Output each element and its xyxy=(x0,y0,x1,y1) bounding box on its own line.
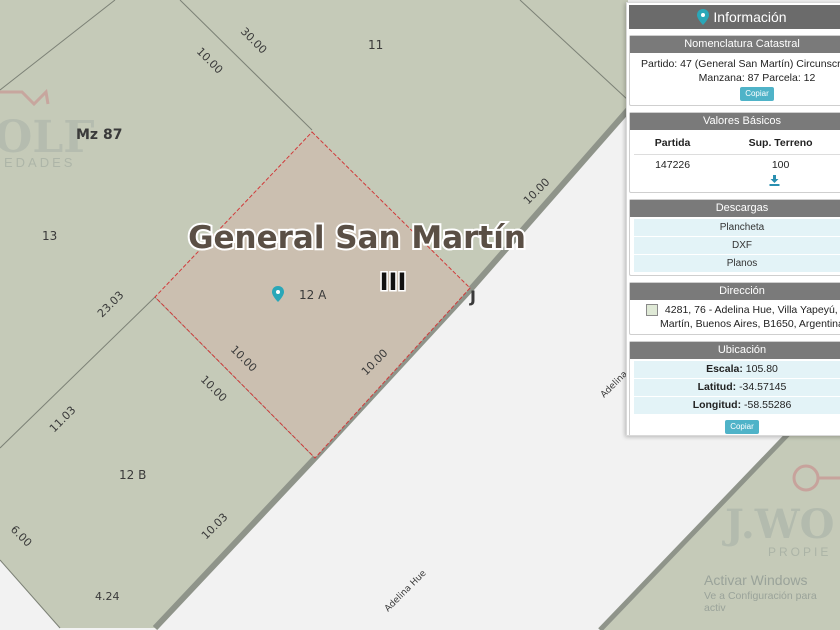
roman-numeral-label: III xyxy=(380,268,407,296)
latitud-value: -34.57145 xyxy=(739,381,787,393)
svg-text:J.WO: J.WO xyxy=(722,501,835,548)
location-pin-icon xyxy=(697,9,710,25)
escala-label: Escala: xyxy=(706,363,743,375)
descargas-card: Descargas Plancheta DXF Planos xyxy=(629,199,840,276)
nomenclatura-card: Nomenclatura Catastral Partido: 47 (Gene… xyxy=(629,35,840,106)
download-plancheta-link[interactable]: Plancheta xyxy=(634,219,840,237)
svg-text:PROPIE: PROPIE xyxy=(768,545,831,559)
table-row: 147226 100 xyxy=(634,155,840,176)
valores-card: Valores Básicos Partida Sup. Terreno 147… xyxy=(629,112,840,193)
download-dxf-link[interactable]: DXF xyxy=(634,237,840,255)
municipality-label: General San Martín xyxy=(188,220,526,256)
dimension-label: 4.24 xyxy=(95,590,120,603)
latitud-label: Latitud: xyxy=(697,381,737,393)
direccion-line1: 4281, 76 - Adelina Hue, Villa Yapeyú, Pa xyxy=(664,304,840,316)
parcel-label: 13 xyxy=(42,229,57,243)
download-planos-link[interactable]: Planos xyxy=(634,255,840,273)
activate-windows-title: Activar Windows xyxy=(704,572,808,588)
ubicacion-card: Ubicación Escala: 105.80 Latitud: -34.57… xyxy=(629,341,840,435)
column-header: Sup. Terreno xyxy=(711,132,840,155)
copy-nomenclatura-button[interactable]: Copiar xyxy=(740,87,774,101)
parcel-label: 12 A xyxy=(299,288,327,302)
block-label: Mz 87 xyxy=(76,127,122,143)
column-header: Partida xyxy=(634,132,712,155)
parcel-label: J xyxy=(469,287,476,306)
nomenclatura-header: Nomenclatura Catastral xyxy=(630,36,840,53)
info-panel: Información Nomenclatura Catastral Parti… xyxy=(626,2,840,436)
nomenclatura-line1: Partido: 47 (General San Martín) Circuns… xyxy=(641,58,840,70)
ubicacion-header: Ubicación xyxy=(630,342,840,359)
descargas-header: Descargas xyxy=(630,200,840,217)
map-icon xyxy=(646,304,658,317)
parcel-label: 11 xyxy=(368,38,383,52)
superficie-value: 100 xyxy=(771,159,790,171)
nomenclatura-line2: Manzana: 87 Parcela: 12 xyxy=(698,72,816,84)
info-panel-title: Información xyxy=(713,9,787,25)
download-icon[interactable] xyxy=(769,175,780,186)
direccion-header: Dirección xyxy=(630,283,840,300)
direccion-card: Dirección 4281, 76 - Adelina Hue, Villa … xyxy=(629,282,840,335)
svg-text:EDADES: EDADES xyxy=(4,155,75,170)
escala-row: Escala: 105.80 xyxy=(634,361,840,379)
parcel-label: 12 B xyxy=(119,468,146,482)
longitud-value: -58.55286 xyxy=(744,399,792,411)
valores-header: Valores Básicos xyxy=(630,113,840,130)
copy-ubicacion-button[interactable]: Copiar xyxy=(725,420,759,434)
partida-value: 147226 xyxy=(655,159,691,171)
latitud-row: Latitud: -34.57145 xyxy=(634,379,840,397)
longitud-row: Longitud: -58.55286 xyxy=(634,397,840,415)
info-panel-header: Información xyxy=(629,5,840,29)
escala-value: 105.80 xyxy=(745,363,778,375)
valores-table: Partida Sup. Terreno 147226 100 xyxy=(634,132,840,175)
longitud-label: Longitud: xyxy=(692,399,742,411)
activate-windows-subtitle: Ve a Configuración para activ xyxy=(704,590,817,614)
direccion-line2: Martín, Buenos Aires, B1650, Argentina ( xyxy=(660,318,840,330)
